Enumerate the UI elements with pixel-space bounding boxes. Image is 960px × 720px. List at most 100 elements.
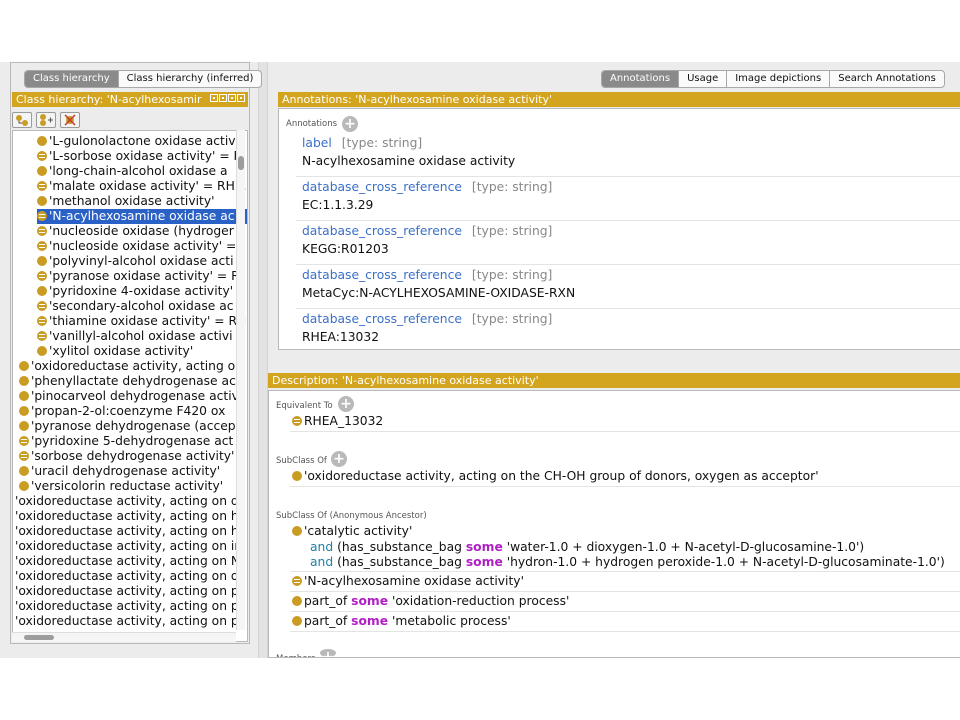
annotation-entry[interactable]: database_cross_reference [type: string] EC… bbox=[302, 180, 552, 212]
tree-item[interactable]: 'uracil dehydrogenase activity' bbox=[19, 464, 220, 479]
annotation-property[interactable]: database_cross_reference bbox=[302, 312, 462, 326]
tree-item[interactable]: 'malate oxidase activity' = RHE. bbox=[37, 179, 247, 194]
divider bbox=[296, 176, 960, 177]
divider bbox=[296, 264, 960, 265]
ancestor-part-of-2[interactable]: part_of some 'metabolic process' bbox=[292, 614, 511, 628]
float-icon[interactable] bbox=[219, 94, 227, 102]
tree-item[interactable]: 'nucleoside oxidase (hydroger bbox=[37, 224, 234, 239]
annotation-entry[interactable]: label [type: string] N-acylhexosamine oxid… bbox=[302, 136, 515, 168]
add-annotation-button[interactable]: + bbox=[342, 116, 358, 132]
tree-item[interactable]: 'oxidoreductase activity, acting on p bbox=[15, 614, 239, 629]
ancestor-self-reference[interactable]: 'N-acylhexosamine oxidase activity' bbox=[292, 574, 524, 588]
ancestor-catalytic-activity[interactable]: 'catalytic activity' bbox=[292, 524, 412, 538]
tree-item[interactable]: 'sorbose dehydrogenase activity' bbox=[19, 449, 234, 464]
tree-item-label: 'L-sorbose oxidase activity' = F bbox=[49, 149, 241, 163]
tab-search-annotations[interactable]: Search Annotations bbox=[830, 71, 944, 87]
add-superclass-button[interactable]: + bbox=[331, 451, 347, 467]
tab-annotations[interactable]: Annotations bbox=[602, 71, 680, 87]
tree-item[interactable]: 'versicolorin reductase activity' bbox=[19, 479, 223, 494]
tree-item[interactable]: 'oxidoreductase activity, acting on h bbox=[15, 524, 239, 539]
annotation-property[interactable]: label bbox=[302, 136, 332, 150]
tab-usage[interactable]: Usage bbox=[679, 71, 728, 87]
scroll-thumb[interactable] bbox=[24, 635, 54, 640]
tree-item[interactable]: 'oxidoreductase activity, acting on p bbox=[15, 584, 239, 599]
tree-item[interactable]: 'long-chain-alcohol oxidase a bbox=[37, 164, 228, 179]
divider bbox=[296, 220, 960, 221]
tree-item-label: 'xylitol oxidase activity' bbox=[49, 344, 194, 358]
equivalent-class-icon bbox=[37, 331, 47, 341]
tree-item[interactable]: 'methanol oxidase activity' bbox=[37, 194, 215, 209]
annotations-section-label: Annotations bbox=[286, 119, 338, 129]
annotation-type: [type: string] bbox=[471, 224, 553, 238]
add-equivalent-button[interactable]: + bbox=[338, 396, 354, 412]
annotation-property[interactable]: database_cross_reference bbox=[302, 180, 462, 194]
equivalent-class-icon bbox=[292, 416, 302, 426]
tree-item-selected[interactable]: 'N-acylhexosamine oxidase ac bbox=[37, 209, 247, 224]
tree-item[interactable]: 'vanillyl-alcohol oxidase activi bbox=[37, 329, 233, 344]
class-hierarchy-header: Class hierarchy: 'N-acylhexosamir bbox=[12, 92, 248, 107]
tree-item[interactable]: 'L-gulonolactone oxidase activ bbox=[37, 134, 236, 149]
equivalent-to-item[interactable]: RHEA_13032 bbox=[292, 414, 383, 428]
class-tree[interactable]: 'L-gulonolactone oxidase activ 'L-sorbose… bbox=[12, 130, 248, 642]
tree-item[interactable]: 'pyridoxine 4-oxidase activity' bbox=[37, 284, 233, 299]
tree-item[interactable]: 'oxidoreductase activity, acting on ir bbox=[15, 539, 239, 554]
class-hierarchy-title: Class hierarchy: 'N-acylhexosamir bbox=[16, 93, 202, 106]
tree-item[interactable]: 'oxidoreductase activity, acting on N bbox=[15, 554, 240, 569]
tree-item-label: 'methanol oxidase activity' bbox=[49, 194, 215, 208]
tree-item[interactable]: 'pyranose dehydrogenase (accept bbox=[19, 419, 240, 434]
tree-item[interactable]: 'oxidoreductase activity, acting on p bbox=[15, 599, 239, 614]
ancestor-part-of-1[interactable]: part_of some 'oxidation-reduction proces… bbox=[292, 594, 569, 608]
tree-item[interactable]: 'oxidoreductase activity, acting on d bbox=[15, 494, 239, 509]
tree-item-label: 'oxidoreductase activity, acting on p bbox=[15, 584, 239, 598]
annotation-entry[interactable]: database_cross_reference [type: string] RH… bbox=[302, 312, 552, 344]
add-sibling-icon[interactable] bbox=[36, 112, 56, 128]
annotation-type: [type: string] bbox=[471, 180, 553, 194]
tree-item[interactable]: 'xylitol oxidase activity' bbox=[37, 344, 193, 359]
minimize-icon[interactable] bbox=[228, 94, 236, 102]
close-view-icon[interactable] bbox=[237, 94, 245, 102]
tree-item[interactable]: 'oxidoreductase activity, acting oi bbox=[19, 359, 239, 374]
equivalent-class-icon bbox=[37, 271, 47, 281]
tree-item[interactable]: 'secondary-alcohol oxidase ac bbox=[37, 299, 234, 314]
tree-item[interactable]: 'nucleoside oxidase activity' = bbox=[37, 239, 236, 254]
tree-vertical-scrollbar[interactable] bbox=[236, 130, 245, 630]
tab-class-hierarchy[interactable]: Class hierarchy bbox=[25, 71, 119, 87]
tab-class-hierarchy-inferred[interactable]: Class hierarchy (inferred) bbox=[119, 71, 262, 87]
pin-icon[interactable] bbox=[210, 94, 218, 102]
delete-class-icon[interactable] bbox=[60, 112, 80, 128]
subclass-of-item[interactable]: 'oxidoreductase activity, acting on the … bbox=[292, 469, 819, 483]
tree-item[interactable]: 'pinocarveol dehydrogenase activ bbox=[19, 389, 239, 404]
class-icon bbox=[292, 526, 302, 536]
tree-item[interactable]: 'pyranose oxidase activity' = RI bbox=[37, 269, 243, 284]
scroll-thumb[interactable] bbox=[238, 156, 244, 170]
tree-item-label: 'nucleoside oxidase (hydroger bbox=[49, 224, 234, 238]
right-view-tabs: Annotations Usage Image depictions Searc… bbox=[601, 70, 945, 88]
annotation-value: RHEA:13032 bbox=[302, 330, 380, 344]
tree-item[interactable]: 'thiamine oxidase activity' = RH bbox=[37, 314, 246, 329]
annotation-property[interactable]: database_cross_reference bbox=[302, 224, 462, 238]
tree-item[interactable]: 'phenyllactate dehydrogenase act bbox=[19, 374, 241, 389]
divider bbox=[290, 631, 960, 632]
filler-text: 'hydron-1.0 + hydrogen peroxide-1.0 + N-… bbox=[506, 555, 945, 569]
tree-item-label: 'polyvinyl-alcohol oxidase acti bbox=[49, 254, 234, 268]
split-pane-divider[interactable] bbox=[258, 62, 268, 658]
tree-item-label: 'N-acylhexosamine oxidase ac bbox=[49, 209, 235, 223]
tree-item-label: 'oxidoreductase activity, acting on N bbox=[15, 554, 241, 568]
tree-item[interactable]: 'oxidoreductase activity, acting on o bbox=[15, 569, 238, 584]
tab-image-depictions[interactable]: Image depictions bbox=[727, 71, 831, 87]
tree-item[interactable]: 'pyridoxine 5-dehydrogenase act bbox=[19, 434, 233, 449]
tree-item[interactable]: 'oxidoreductase activity, acting on h bbox=[15, 509, 239, 524]
add-subclass-icon[interactable] bbox=[12, 112, 32, 128]
annotation-entry[interactable]: database_cross_reference [type: string] KE… bbox=[302, 224, 552, 256]
class-icon bbox=[37, 196, 47, 206]
annotation-property[interactable]: database_cross_reference bbox=[302, 268, 462, 282]
equivalent-class-icon bbox=[37, 181, 47, 191]
annotation-entry[interactable]: database_cross_reference [type: string] Me… bbox=[302, 268, 575, 300]
class-icon bbox=[292, 596, 302, 606]
add-member-button[interactable]: + bbox=[320, 649, 336, 657]
class-icon bbox=[19, 391, 29, 401]
tree-horizontal-scrollbar[interactable] bbox=[12, 632, 236, 642]
tree-item[interactable]: 'propan-2-ol:coenzyme F420 ox bbox=[19, 404, 225, 419]
tree-item[interactable]: 'polyvinyl-alcohol oxidase acti bbox=[37, 254, 234, 269]
tree-item[interactable]: 'L-sorbose oxidase activity' = F bbox=[37, 149, 241, 164]
